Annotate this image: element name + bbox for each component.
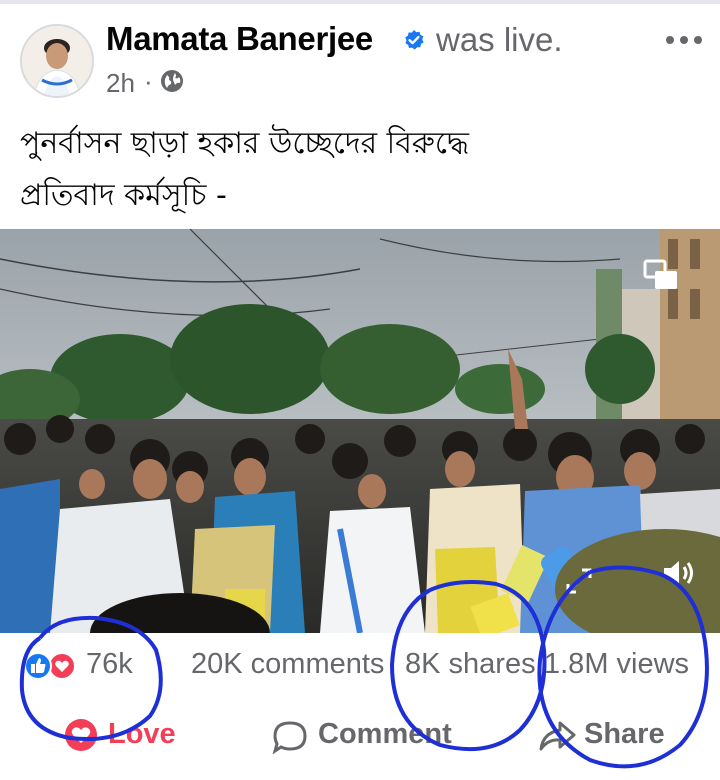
love-label: Love	[108, 718, 176, 750]
share-label: Share	[584, 718, 665, 750]
post-caption: পুনর্বাসন ছাড়া হকার উচ্ছেদের বিরুদ্ধে প…	[20, 118, 700, 222]
like-reaction-icon	[24, 652, 52, 680]
share-count[interactable]: 8K shares	[405, 648, 536, 681]
comment-icon	[272, 721, 307, 754]
author-name[interactable]: Mamata Banerjee	[106, 20, 373, 58]
picture-in-picture-icon[interactable]	[643, 259, 679, 291]
reaction-count[interactable]: 76k	[86, 648, 133, 681]
love-button[interactable]: Love	[60, 712, 200, 760]
avatar[interactable]	[20, 24, 94, 98]
post-video[interactable]	[0, 229, 720, 633]
caption-line-1: পুনর্বাসন ছাড়া হকার উচ্ছেদের বিরুদ্ধে	[20, 126, 469, 161]
comment-label: Comment	[318, 718, 452, 750]
post-timestamp[interactable]: 2h	[106, 68, 135, 99]
love-icon	[65, 719, 97, 751]
share-icon	[539, 721, 576, 751]
globe-icon	[161, 70, 183, 92]
view-count: 1.8M views	[544, 648, 690, 680]
share-button[interactable]: Share	[536, 712, 686, 760]
love-reaction-icon	[48, 652, 76, 680]
volume-icon[interactable]	[662, 557, 696, 589]
top-divider	[0, 0, 720, 4]
caption-line-2: প্রতিবাদ কর্মসূচি -	[20, 178, 227, 213]
fullscreen-icon[interactable]	[564, 566, 594, 596]
live-status: was live.	[436, 21, 563, 58]
comment-button[interactable]: Comment	[270, 712, 460, 760]
meta-separator: ·	[144, 66, 153, 96]
more-options-icon[interactable]	[664, 34, 704, 46]
comment-count[interactable]: 20K comments	[191, 648, 384, 681]
verified-badge-icon	[405, 30, 424, 50]
